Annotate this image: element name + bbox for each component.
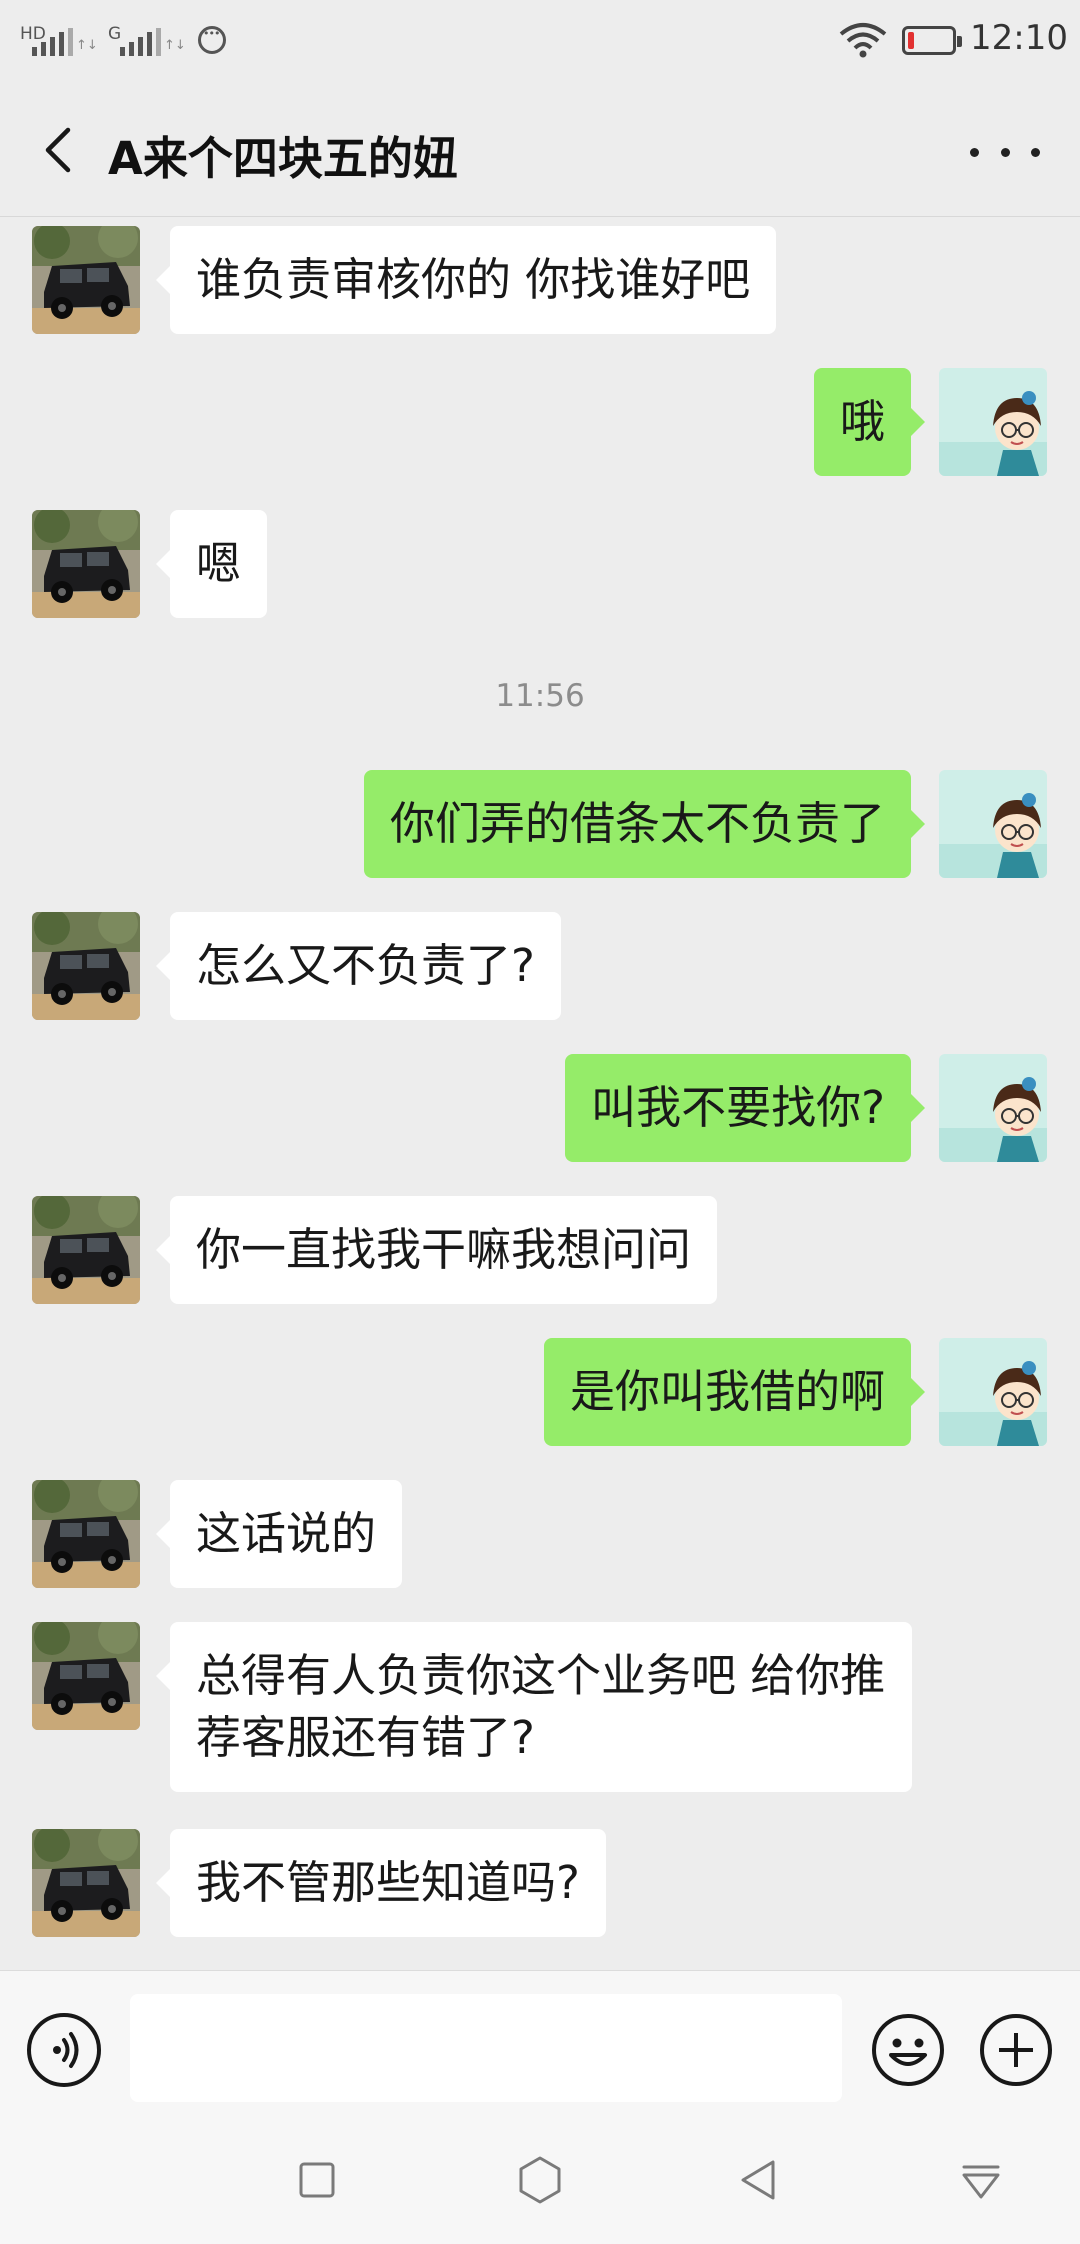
chat-header: A来个四块五的妞 — [0, 84, 1080, 217]
received-bubble[interactable]: 这话说的 — [155, 1480, 403, 1588]
input-bar — [0, 1970, 1080, 2113]
battery-low-icon — [902, 26, 962, 55]
received-bubble[interactable]: 怎么又不负责了? — [156, 912, 561, 1020]
plus-icon[interactable] — [979, 2013, 1053, 2087]
chevron-left-icon[interactable] — [38, 124, 86, 176]
received-bubble[interactable]: 你一直找我干嘛我想问问 — [155, 1196, 718, 1304]
chat-title: A来个四块五的妞 — [108, 132, 458, 185]
notification-icon[interactable] — [946, 2145, 1016, 2215]
contact-avatar[interactable] — [32, 1829, 140, 1937]
message-list[interactable]: 谁负责审核你的 你找谁好吧 哦 嗯 11:56 你们弄的借条太不负责了 怎么又不… — [0, 217, 1080, 1970]
sent-bubble[interactable]: 哦 — [813, 368, 926, 476]
contact-avatar[interactable] — [32, 510, 140, 618]
received-bubble[interactable]: 我不管那些知道吗? — [156, 1829, 606, 1937]
system-nav-bar — [0, 2112, 1080, 2244]
timestamp: 11:56 — [495, 678, 585, 714]
home-icon[interactable] — [505, 2145, 575, 2215]
my-avatar[interactable] — [939, 1054, 1047, 1162]
wifi-icon — [839, 23, 887, 58]
received-bubble[interactable]: 谁负责审核你的 你找谁好吧 — [155, 226, 777, 334]
more-dots-icon[interactable] — [970, 137, 1040, 167]
received-bubble[interactable]: 总得有人负责你这个业务吧 给你推荐客服还有错了? — [156, 1622, 912, 1792]
back-nav-icon[interactable] — [724, 2145, 794, 2215]
status-bar: HD ↑↓ G ↑↓ 12:10 — [0, 0, 1080, 84]
emoji-icon[interactable] — [871, 2013, 945, 2087]
voice-icon[interactable] — [27, 2013, 101, 2087]
my-avatar[interactable] — [939, 368, 1047, 476]
contact-avatar[interactable] — [32, 226, 140, 334]
contact-avatar[interactable] — [32, 912, 140, 1020]
contact-avatar[interactable] — [32, 1622, 140, 1730]
message-input[interactable] — [130, 1994, 842, 2102]
wechat-icon — [198, 26, 226, 54]
sent-bubble[interactable]: 叫我不要找你? — [565, 1054, 925, 1162]
contact-avatar[interactable] — [32, 1196, 140, 1304]
sent-bubble[interactable]: 你们弄的借条太不负责了 — [363, 770, 926, 878]
my-avatar[interactable] — [939, 1338, 1047, 1446]
status-time: 12:10 — [970, 18, 1068, 58]
received-bubble[interactable]: 嗯 — [155, 510, 268, 618]
recent-apps-icon[interactable] — [282, 2145, 352, 2215]
my-avatar[interactable] — [939, 770, 1047, 878]
sent-bubble[interactable]: 是你叫我借的啊 — [543, 1338, 926, 1446]
contact-avatar[interactable] — [32, 1480, 140, 1588]
